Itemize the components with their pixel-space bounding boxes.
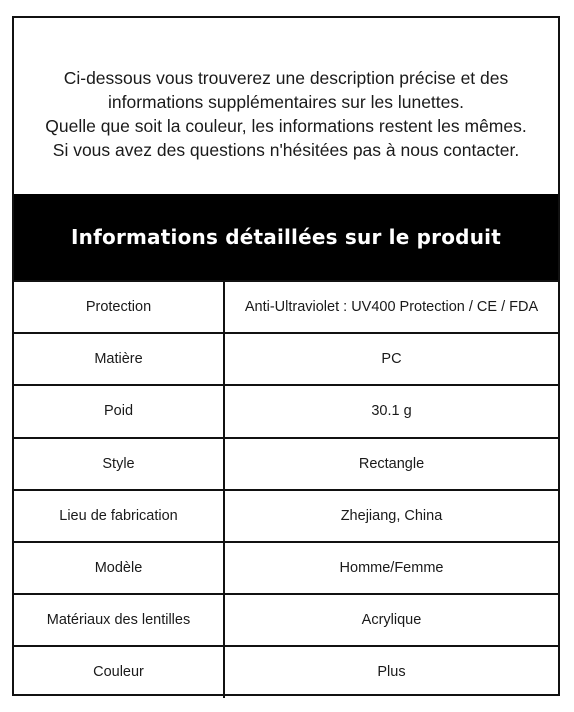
spec-label: Lieu de fabrication: [14, 488, 225, 543]
spec-value: Acrylique: [223, 593, 558, 648]
table-row: Couleur Plus: [14, 645, 558, 698]
intro-line-2: informations supplémentaires sur les lun…: [107, 92, 464, 112]
table-row: Modèle Homme/Femme: [14, 540, 558, 596]
spec-value: 30.1 g: [223, 384, 558, 439]
spec-label: Modèle: [14, 540, 225, 596]
table-row: Style Rectangle: [14, 436, 558, 491]
table-row: Matière PC: [14, 332, 558, 387]
section-title: Informations détaillées sur le produit: [71, 225, 501, 249]
spec-label: Matière: [14, 332, 225, 387]
spec-value: PC: [223, 332, 558, 387]
spec-value: Anti-Ultraviolet : UV400 Protection / CE…: [223, 279, 558, 335]
intro-line-3: Quelle que soit la couleur, les informat…: [45, 116, 527, 136]
spec-label: Style: [14, 436, 225, 491]
spec-value: Rectangle: [223, 436, 558, 491]
table-row: Poid 30.1 g: [14, 384, 558, 439]
spec-label: Matériaux des lentilles: [14, 593, 225, 648]
spec-value: Zhejiang, China: [223, 488, 558, 543]
spec-label: Protection: [14, 279, 225, 335]
table-row: Protection Anti-Ultraviolet : UV400 Prot…: [14, 279, 558, 335]
spec-value: Homme/Femme: [223, 540, 558, 596]
spec-label: Couleur: [14, 645, 225, 698]
intro-line-4: Si vous avez des questions n'hésitées pa…: [52, 140, 520, 160]
intro-text-block: Ci-dessous vous trouverez une descriptio…: [14, 18, 558, 194]
table-row: Matériaux des lentilles Acrylique: [14, 593, 558, 648]
spec-table: Protection Anti-Ultraviolet : UV400 Prot…: [14, 279, 558, 698]
intro-line-1: Ci-dessous vous trouverez une descriptio…: [63, 68, 509, 88]
spec-label: Poid: [14, 384, 225, 439]
spec-value: Plus: [223, 645, 558, 698]
section-banner: Informations détaillées sur le produit: [14, 194, 558, 280]
table-row: Lieu de fabrication Zhejiang, China: [14, 488, 558, 543]
product-info-card: Ci-dessous vous trouverez une descriptio…: [12, 16, 560, 698]
